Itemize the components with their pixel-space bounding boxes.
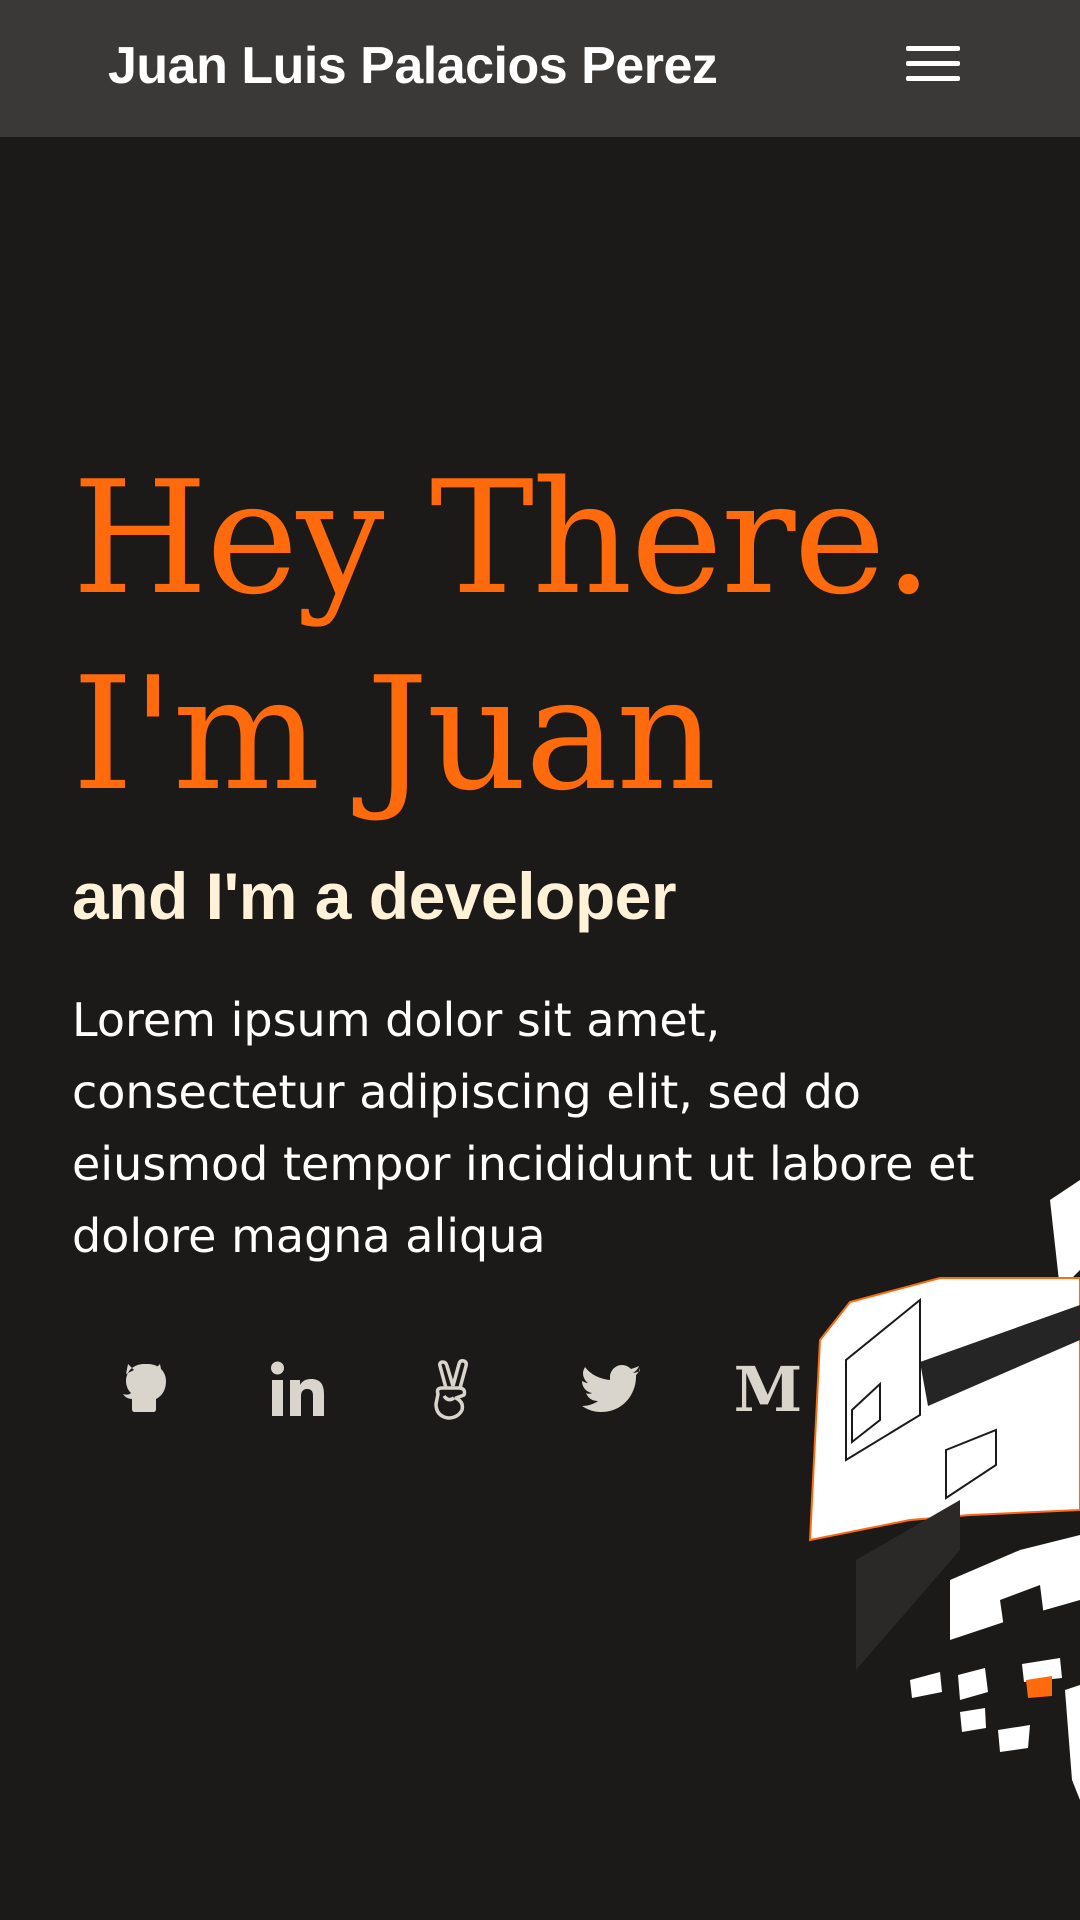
hero-heading: Hey There. I'm Juan [72, 440, 933, 832]
social-links: M [108, 1350, 828, 1430]
hero-subheading: and I'm a developer [72, 859, 677, 933]
twitter-icon[interactable] [576, 1350, 648, 1430]
site-title[interactable]: Juan Luis Palacios Perez [108, 36, 718, 96]
hamburger-menu-icon[interactable] [900, 40, 966, 88]
angellist-icon[interactable] [420, 1350, 492, 1430]
top-navigation-bar: Juan Luis Palacios Perez [0, 0, 1080, 137]
linkedin-icon[interactable] [264, 1350, 336, 1430]
github-icon[interactable] [108, 1350, 180, 1430]
hero-heading-line-1: Hey There. [72, 447, 933, 629]
geometric-illustration [808, 1180, 1080, 1800]
hero-heading-line-2: I'm Juan [72, 643, 717, 825]
